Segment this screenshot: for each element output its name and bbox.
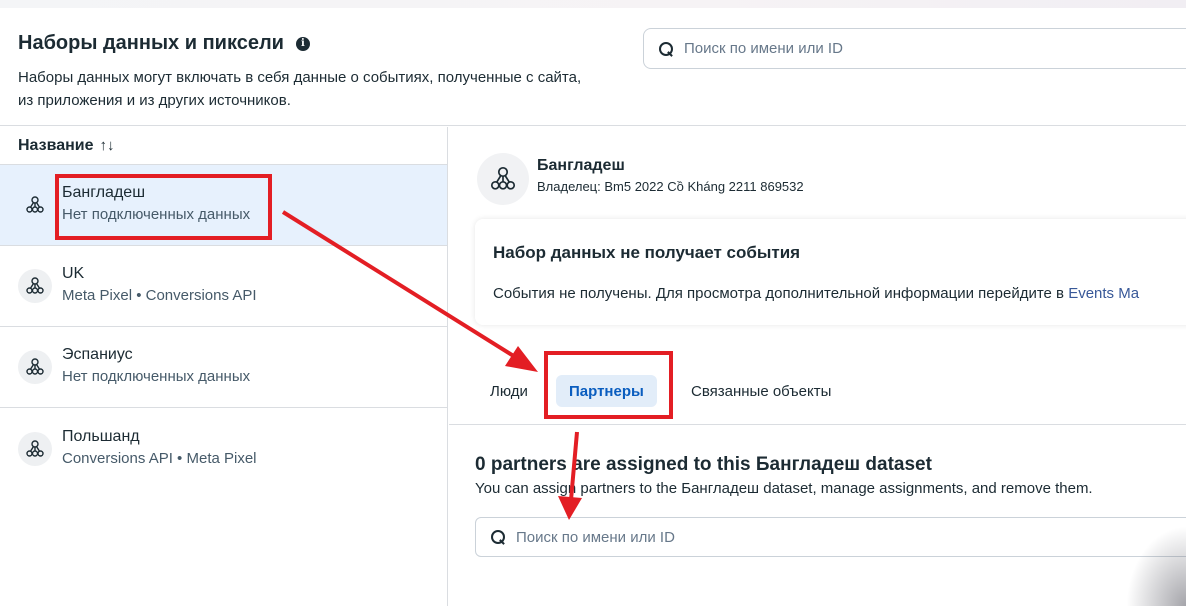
dataset-detail-header: Бангладеш Владелец: Bm5 2022 Cồ Kháng 22… xyxy=(477,153,804,205)
annotation-highlight-dataset xyxy=(55,174,272,240)
annotation-highlight-partners-tab xyxy=(544,351,673,419)
column-title: Название xyxy=(18,136,94,154)
status-title: Набор данных не получает события xyxy=(493,243,801,262)
dataset-status-card: Набор данных не получает события События… xyxy=(475,219,1186,325)
tab-related-objects[interactable]: Связанные объекты xyxy=(691,375,831,407)
dataset-network-icon xyxy=(18,350,52,384)
dataset-item-uk[interactable]: UK Meta Pixel • Conversions API xyxy=(0,246,447,327)
search-icon xyxy=(490,529,506,545)
corner-shadow xyxy=(1126,526,1186,606)
dataset-item-espanius[interactable]: Эспаниус Нет подключенных данных xyxy=(0,327,447,408)
dataset-name: Эспаниус xyxy=(62,346,133,363)
info-icon[interactable]: i xyxy=(295,36,310,51)
page-title-text: Наборы данных и пиксели xyxy=(18,32,284,54)
dataset-subtitle: Meta Pixel • Conversions API xyxy=(62,287,257,304)
dataset-search-box[interactable] xyxy=(643,28,1186,69)
dataset-name: UK xyxy=(62,265,85,282)
page-header: Наборы данных и пиксели i Наборы данных … xyxy=(0,8,1186,126)
tab-people[interactable]: Люди xyxy=(490,375,528,407)
partners-description: You can assign partners to the Бангладеш… xyxy=(475,480,1093,497)
dataset-network-icon xyxy=(18,269,52,303)
page-description: Наборы данных могут включать в себя данн… xyxy=(18,69,582,109)
events-manager-link[interactable]: Events Ma xyxy=(1068,285,1139,302)
sort-icon[interactable]: ↑↓ xyxy=(100,137,115,154)
partner-search-box[interactable] xyxy=(475,517,1186,557)
search-icon xyxy=(658,41,674,57)
dataset-subtitle: Conversions API • Meta Pixel xyxy=(62,449,257,467)
name-column-header[interactable]: Название ↑↓ xyxy=(0,127,447,165)
dataset-network-icon xyxy=(477,153,529,205)
status-text: События не получены. Для просмотра допол… xyxy=(493,285,1069,302)
dataset-detail-name: Бангладеш xyxy=(537,157,625,174)
page-title: Наборы данных и пиксели i xyxy=(18,32,310,55)
partners-heading: 0 partners are assigned to this Бангладе… xyxy=(475,454,932,475)
dataset-network-icon xyxy=(18,188,52,222)
dataset-name: Польшанд xyxy=(62,427,140,445)
dataset-search-input[interactable] xyxy=(684,40,1084,57)
partner-search-input[interactable] xyxy=(516,528,916,546)
dataset-subtitle: Нет подключенных данных xyxy=(62,368,251,385)
top-gradient-strip xyxy=(0,0,1186,8)
dataset-item-polshand[interactable]: Польшанд Conversions API • Meta Pixel xyxy=(0,408,447,489)
dataset-owner: Владелец: Bm5 2022 Cồ Kháng 2211 869532 xyxy=(537,179,804,194)
dataset-network-icon xyxy=(18,431,52,466)
status-description: События не получены. Для просмотра допол… xyxy=(493,285,1139,302)
